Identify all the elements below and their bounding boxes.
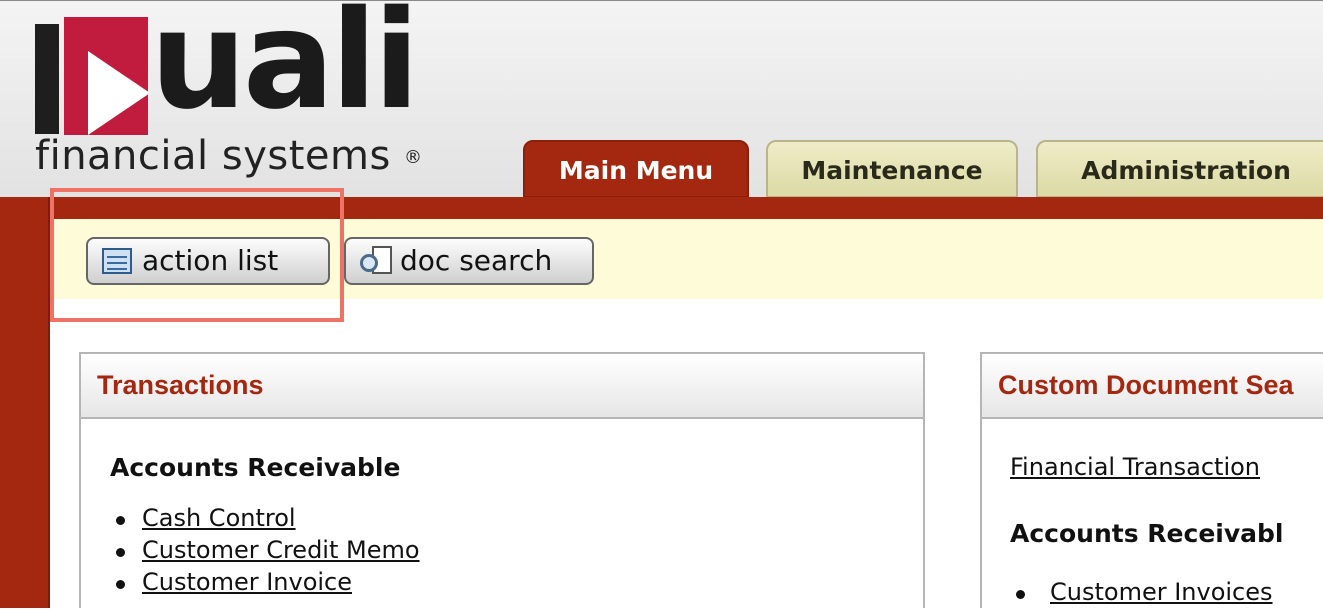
- left-red-border: [0, 197, 50, 608]
- list-item: Cash Control: [110, 506, 923, 538]
- tab-maintenance[interactable]: Maintenance: [766, 140, 1018, 198]
- list-item: Customer Invoices: [1010, 580, 1323, 612]
- link-customer-invoice[interactable]: Customer Invoice: [142, 568, 352, 596]
- logo-bar: [35, 24, 59, 134]
- highlight-box: [50, 188, 344, 322]
- document-search-icon: [360, 246, 394, 276]
- link-cash-control[interactable]: Cash Control: [142, 504, 296, 532]
- link-customer-credit-memo[interactable]: Customer Credit Memo: [142, 536, 420, 564]
- link-financial-transaction[interactable]: Financial Transaction: [1010, 455, 1323, 479]
- custom-document-search-panel: Custom Document Sea Financial Transactio…: [980, 352, 1323, 608]
- list-item: Customer Invoice: [110, 570, 923, 602]
- transactions-title: Transactions: [81, 354, 923, 419]
- logo-tagline: financial systems ®: [35, 133, 423, 179]
- tab-main-menu[interactable]: Main Menu: [523, 140, 749, 198]
- doc-search-button[interactable]: doc search: [344, 237, 594, 285]
- section-title-accounts-receivable: Accounts Receivable: [110, 453, 401, 482]
- section-title-accounts-receivable-2: Accounts Receivabl: [1010, 519, 1284, 548]
- transactions-panel: Transactions Accounts Receivable Cash Co…: [79, 352, 925, 608]
- doc-search-label: doc search: [400, 244, 553, 277]
- list-item: Customer Credit Memo: [110, 538, 923, 570]
- logo-text: uali: [150, 0, 420, 140]
- link-customer-invoices[interactable]: Customer Invoices: [1050, 578, 1273, 606]
- logo-k-mark: [64, 17, 148, 135]
- custom-document-search-title: Custom Document Sea: [982, 354, 1323, 419]
- tab-administration[interactable]: Administration: [1036, 140, 1323, 198]
